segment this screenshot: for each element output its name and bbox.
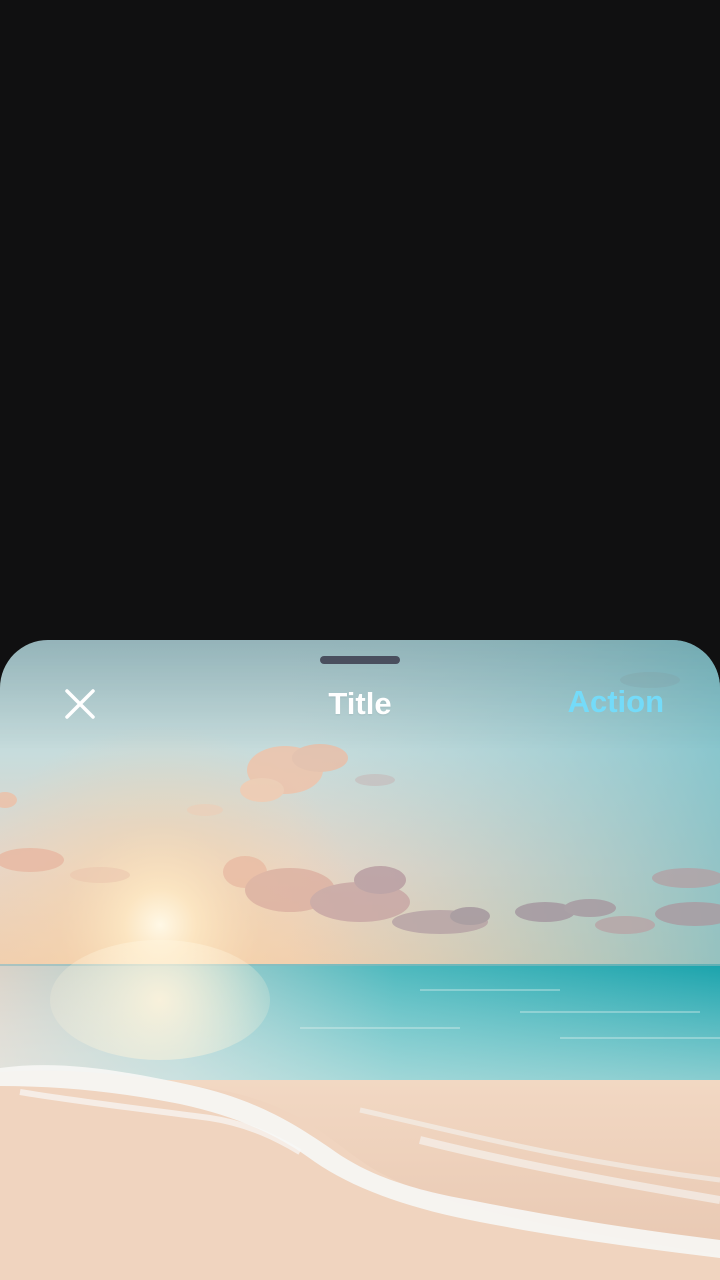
beach-sunset-photo (0, 640, 720, 1280)
sheet-title: Title (328, 686, 392, 721)
drag-handle[interactable] (320, 656, 400, 664)
bottom-sheet: Title Action (0, 640, 720, 1280)
close-icon (65, 689, 95, 719)
screen: Title Action (0, 0, 720, 1280)
action-button[interactable]: Action (568, 680, 664, 724)
close-button[interactable] (52, 676, 108, 732)
